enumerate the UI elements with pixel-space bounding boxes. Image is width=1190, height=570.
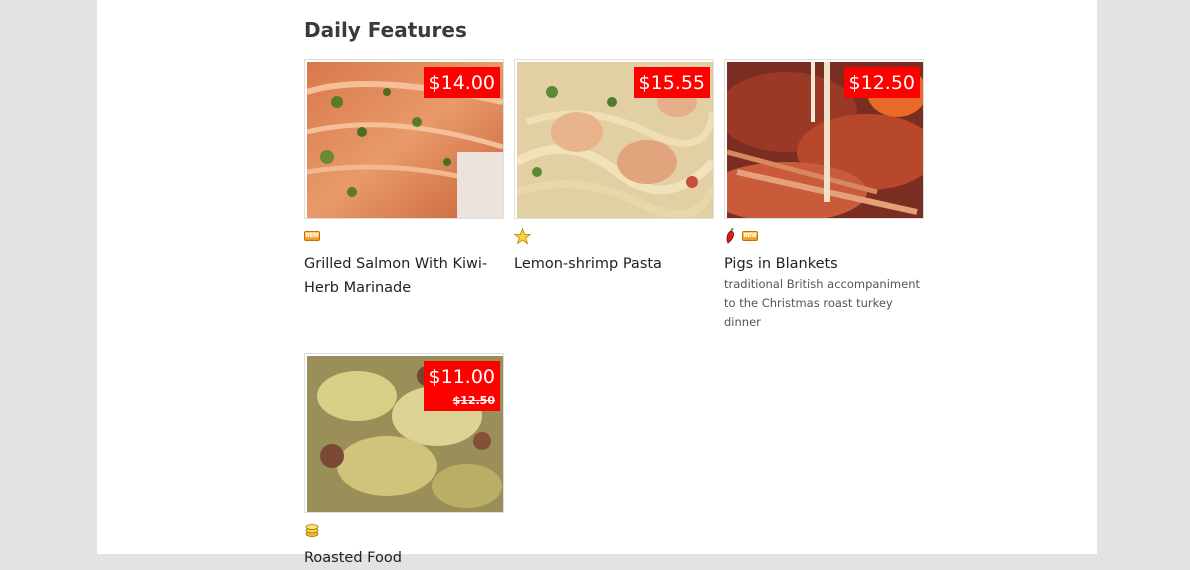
price-tag: $12.50 bbox=[843, 67, 920, 98]
menu-item-name[interactable]: Pigs in Blankets bbox=[724, 252, 924, 276]
item-badges: NEW bbox=[304, 228, 320, 244]
price: $15.55 bbox=[638, 72, 705, 94]
price: $14.00 bbox=[428, 72, 495, 94]
new-badge-icon: NEW bbox=[304, 231, 320, 241]
price-tag: $14.00 bbox=[423, 67, 500, 98]
price: $12.50 bbox=[848, 72, 915, 94]
menu-item-thumbnail[interactable]: $14.00 bbox=[304, 59, 504, 219]
menu-item-name[interactable]: Roasted Food bbox=[304, 546, 504, 570]
price-tag: $15.55 bbox=[633, 67, 710, 98]
price-tag: $11.00 $12.50 bbox=[423, 361, 500, 411]
price: $11.00 bbox=[428, 366, 495, 388]
section-title: Daily Features bbox=[304, 18, 467, 42]
coins-icon bbox=[305, 524, 319, 537]
item-badges bbox=[514, 227, 531, 245]
chili-pepper-icon bbox=[726, 228, 734, 244]
menu-item-name[interactable]: Lemon-shrimp Pasta bbox=[514, 252, 714, 276]
star-icon bbox=[514, 227, 531, 245]
menu-item-thumbnail[interactable]: $12.50 bbox=[724, 59, 924, 219]
old-price: $12.50 bbox=[452, 394, 495, 407]
item-badges bbox=[304, 522, 320, 538]
menu-item-description: traditional British accompaniment to the… bbox=[724, 277, 920, 329]
menu-item-thumbnail[interactable]: $11.00 $12.50 bbox=[304, 353, 504, 513]
new-badge-icon: NEW bbox=[742, 231, 758, 241]
item-badges: NEW bbox=[724, 228, 758, 244]
page-content: Daily Features $14.00 NEW Grilled Salmon… bbox=[97, 0, 1097, 566]
menu-item-thumbnail[interactable]: $15.55 bbox=[514, 59, 714, 219]
menu-item-name[interactable]: Grilled Salmon With Kiwi-Herb Marinade bbox=[304, 252, 504, 300]
